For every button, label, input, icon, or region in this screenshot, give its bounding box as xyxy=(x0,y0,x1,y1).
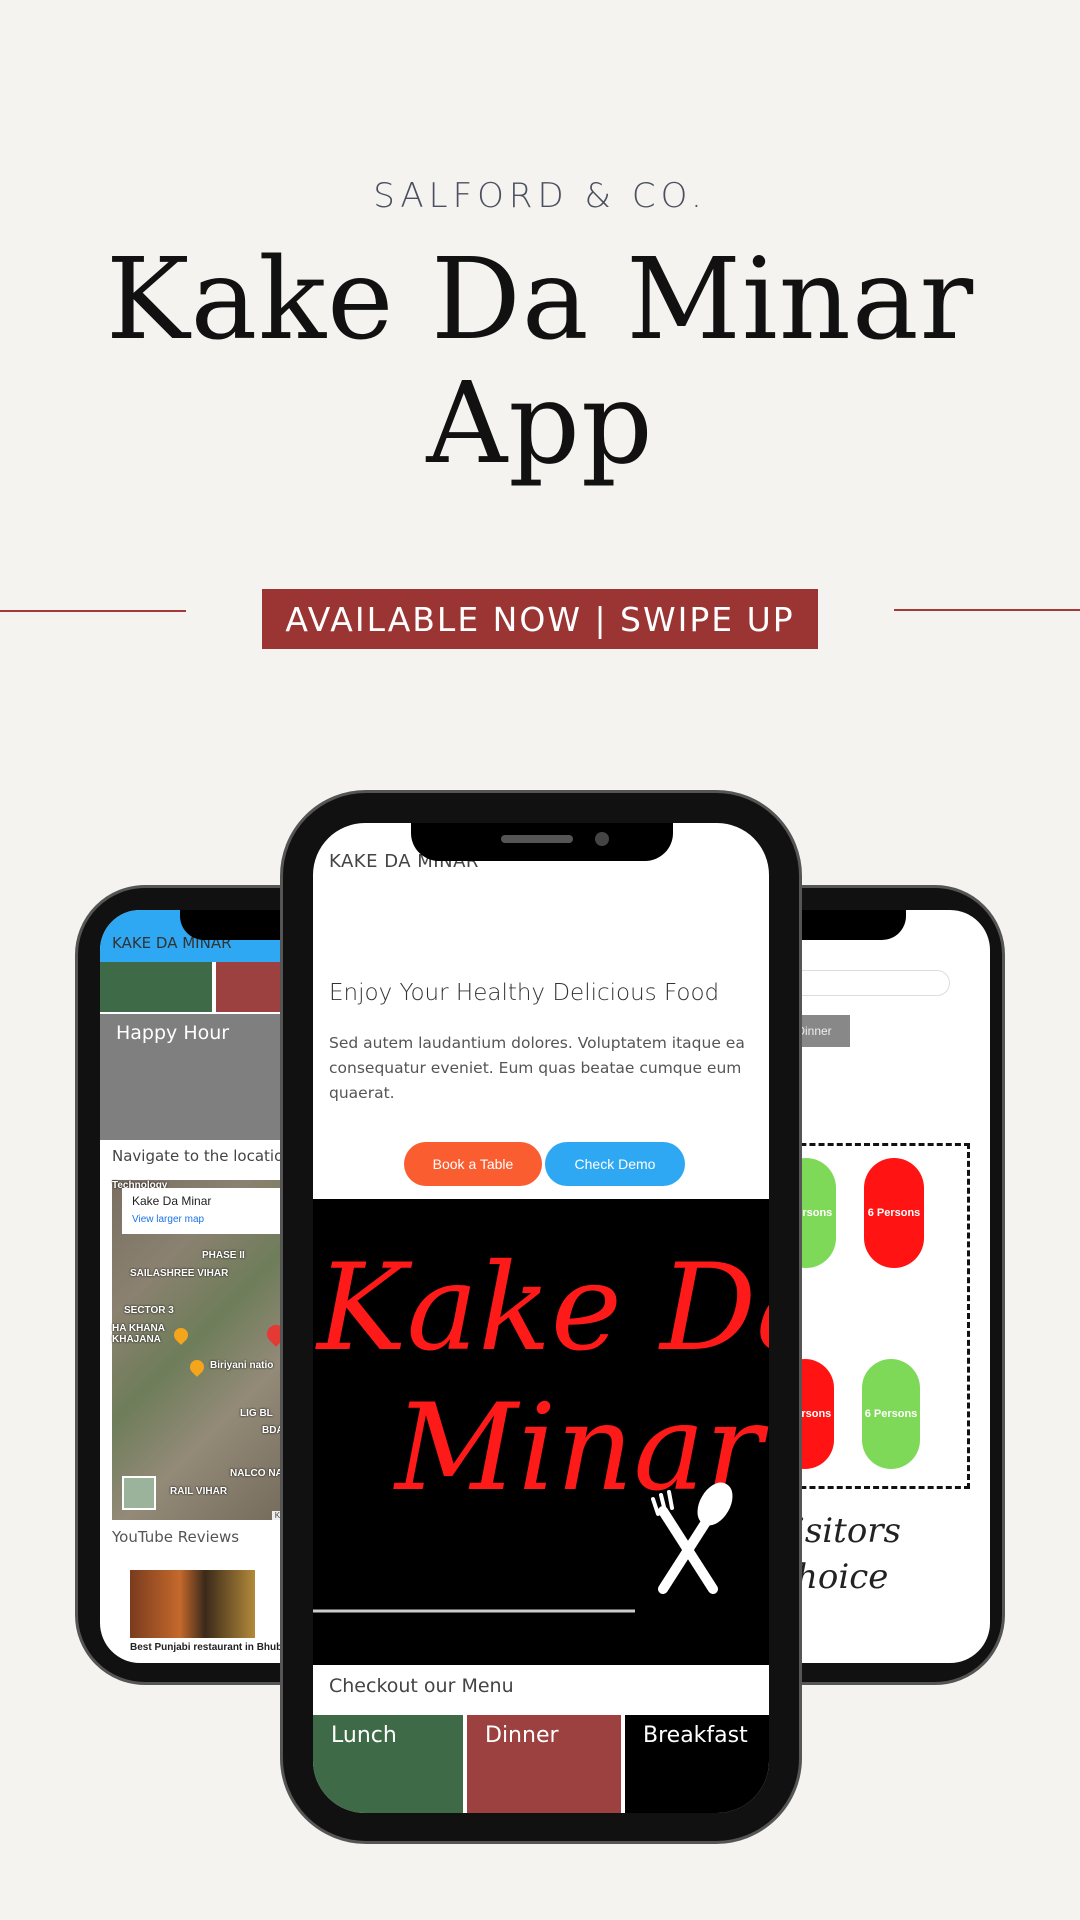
center-speaker xyxy=(501,835,573,843)
menu-section: Checkout our Menu xyxy=(313,1665,769,1713)
map-info-card: Kake Da Minar View larger map xyxy=(122,1188,292,1234)
left-tile-green[interactable] xyxy=(100,962,212,1012)
company-name: SALFORD & CO. xyxy=(373,176,707,216)
map-label: NALCO NA xyxy=(230,1468,283,1479)
logo-text-line1: Kake Da xyxy=(315,1239,769,1378)
app-title-line1: Kake Da Minar xyxy=(105,235,975,365)
map-place-name: Kake Da Minar xyxy=(132,1194,212,1208)
phone-center: KAKE DA MINAR Enjoy Your Healthy Delicio… xyxy=(280,790,802,1844)
divider-left xyxy=(0,610,186,612)
app-title-line2: App xyxy=(426,359,654,489)
table-label: 6 Persons xyxy=(864,1408,918,1420)
category-lunch[interactable]: Lunch xyxy=(313,1715,463,1813)
divider-right xyxy=(894,609,1080,611)
category-dinner[interactable]: Dinner xyxy=(467,1715,621,1813)
map-label: SAILASHREE VIHAR xyxy=(130,1268,229,1279)
menu-label: Checkout our Menu xyxy=(329,1675,514,1697)
map-label: LIG BL xyxy=(240,1408,273,1419)
category-label: Lunch xyxy=(331,1723,397,1748)
phone-center-screen: KAKE DA MINAR Enjoy Your Healthy Delicio… xyxy=(313,823,769,1813)
hero-heading: Enjoy Your Healthy Delicious Food xyxy=(329,980,720,1006)
hero-paragraph: Sed autem laudantium dolores. Voluptatem… xyxy=(329,1034,745,1102)
restaurant-pin-icon[interactable] xyxy=(187,1357,207,1377)
navigate-label: Navigate to the location xyxy=(112,1147,293,1165)
view-larger-map-link[interactable]: View larger map xyxy=(132,1214,204,1225)
check-demo-button[interactable]: Check Demo xyxy=(545,1142,685,1186)
map-label: RAIL VIHAR xyxy=(170,1486,228,1497)
youtube-reviews-label: YouTube Reviews xyxy=(112,1528,240,1546)
restaurant-logo: Kake Da Minar xyxy=(313,1199,769,1665)
table-seat-booked[interactable]: 6 Persons xyxy=(864,1158,924,1268)
category-breakfast[interactable]: Breakfast xyxy=(625,1715,769,1813)
cta-banner[interactable]: AVAILABLE NOW | SWIPE UP xyxy=(262,589,818,649)
app-title: Kake Da Minar App xyxy=(0,238,1080,486)
video-thumbnail[interactable] xyxy=(130,1570,255,1638)
logo-artwork: Kake Da Minar xyxy=(313,1239,769,1613)
satellite-toggle[interactable] xyxy=(122,1476,156,1510)
table-seat-available[interactable]: 6 Persons xyxy=(862,1359,920,1469)
map-label: HA KHANA KHAJANA xyxy=(112,1323,165,1345)
center-camera-icon xyxy=(595,832,609,846)
table-label: 6 Persons xyxy=(867,1207,921,1219)
book-table-button[interactable]: Book a Table xyxy=(404,1142,542,1186)
map-label: Biriyani natio xyxy=(210,1360,274,1371)
map-label: SECTOR 3 xyxy=(124,1305,174,1316)
happy-hour-label: Happy Hour xyxy=(116,1022,230,1044)
category-label: Breakfast xyxy=(643,1723,748,1748)
category-label: Dinner xyxy=(485,1723,559,1748)
map-label: PHASE II xyxy=(202,1250,245,1261)
